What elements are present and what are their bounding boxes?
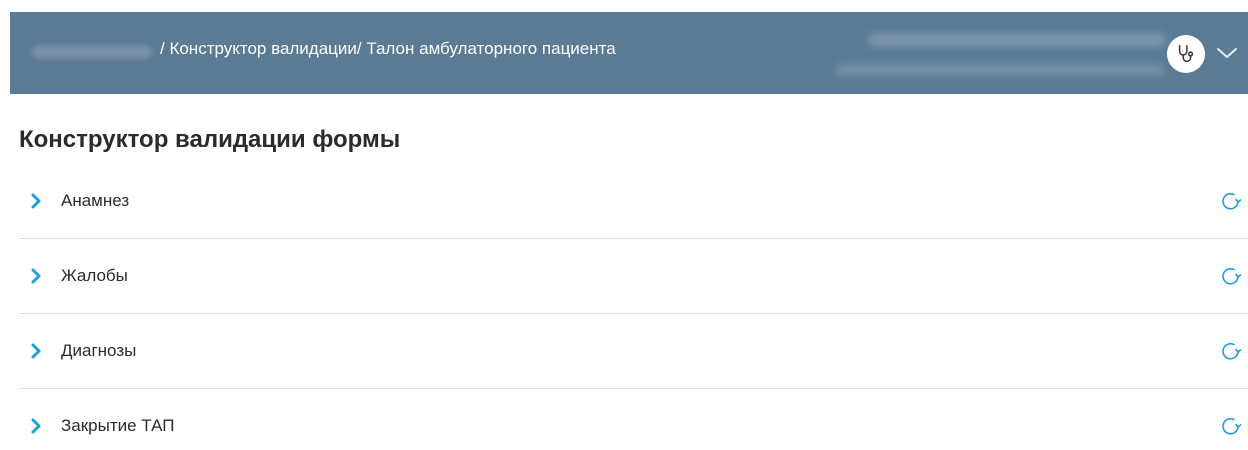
section-label: Диагнозы bbox=[61, 341, 137, 360]
section-label: Жалобы bbox=[61, 266, 128, 285]
stethoscope-icon bbox=[1178, 45, 1194, 63]
user-role-redacted bbox=[835, 64, 1165, 76]
chevron-right-icon[interactable] bbox=[29, 417, 43, 435]
user-name-redacted bbox=[868, 33, 1166, 47]
chevron-right-icon[interactable] bbox=[29, 192, 43, 210]
user-menu-toggle[interactable] bbox=[1213, 42, 1241, 64]
section-row-complaints[interactable]: Жалобы bbox=[19, 239, 1248, 314]
refresh-icon[interactable] bbox=[1219, 414, 1243, 438]
user-avatar[interactable] bbox=[1167, 35, 1205, 73]
page: / Конструктор валидации/ Талон амбулатор… bbox=[0, 0, 1248, 450]
section-row-anamnesis[interactable]: Анамнез bbox=[19, 164, 1248, 239]
page-title: Конструктор валидации формы bbox=[19, 126, 401, 153]
breadcrumb[interactable]: / Конструктор валидации/ Талон амбулатор… bbox=[160, 38, 616, 60]
chevron-right-icon[interactable] bbox=[29, 342, 43, 360]
chevron-down-icon bbox=[1217, 48, 1237, 58]
section-row-closing[interactable]: Закрытие ТАП bbox=[19, 389, 1248, 450]
section-list: Анамнез Жалобы Диагнозы Закрытие ТАП bbox=[19, 164, 1248, 450]
top-bar: / Конструктор валидации/ Талон амбулатор… bbox=[10, 12, 1248, 94]
section-row-diagnoses[interactable]: Диагнозы bbox=[19, 314, 1248, 389]
section-label: Закрытие ТАП bbox=[61, 416, 175, 435]
refresh-icon[interactable] bbox=[1219, 339, 1243, 363]
refresh-icon[interactable] bbox=[1219, 189, 1243, 213]
chevron-right-icon[interactable] bbox=[29, 267, 43, 285]
breadcrumb-root-redacted[interactable] bbox=[32, 45, 152, 59]
section-label: Анамнез bbox=[61, 191, 130, 210]
refresh-icon[interactable] bbox=[1219, 264, 1243, 288]
